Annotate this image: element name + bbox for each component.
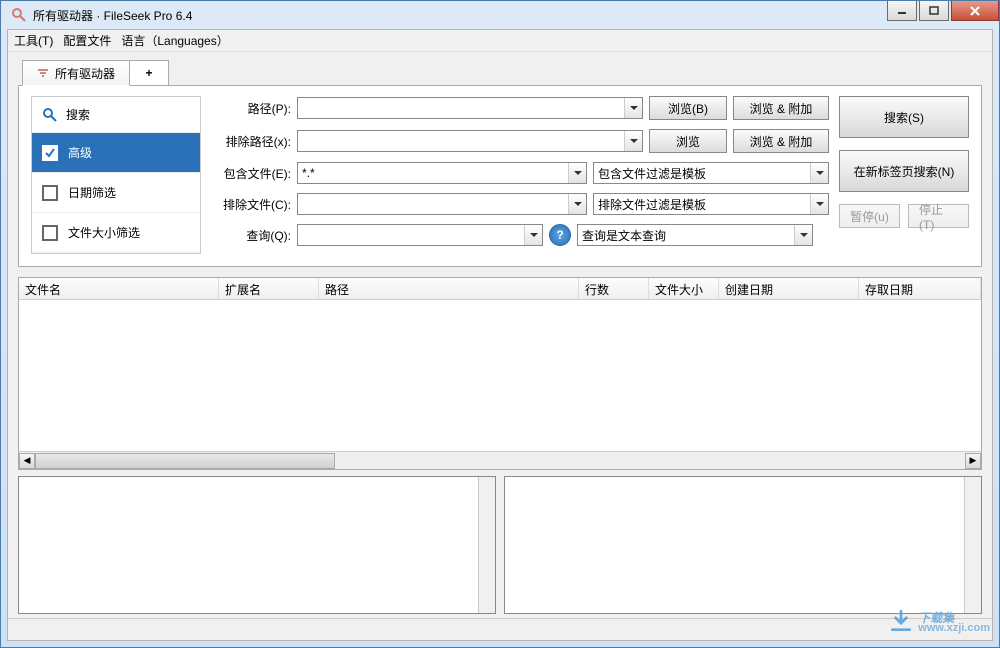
scroll-thumb[interactable]: [35, 453, 335, 469]
query-mode-select[interactable]: 查询是文本查询: [577, 224, 813, 246]
stop-button[interactable]: 停止(T): [908, 204, 969, 228]
plus-icon: +: [146, 66, 153, 80]
preview-pane-left: [18, 476, 496, 614]
maximize-button[interactable]: [919, 1, 949, 21]
minimize-button[interactable]: [887, 1, 917, 21]
filter-icon: [37, 67, 49, 79]
sidebar-item-label: 文件大小筛选: [68, 224, 140, 241]
results-header: 文件名 扩展名 路径 行数 文件大小 创建日期 存取日期: [19, 278, 981, 300]
form-area: 路径(P): 浏览(B) 浏览 & 附加 排除路径(x): 浏览 浏览 & 附加: [211, 96, 969, 254]
app-icon: [11, 7, 27, 23]
pause-button[interactable]: 暂停(u): [839, 204, 900, 228]
col-filename[interactable]: 文件名: [19, 278, 219, 299]
window-title: 所有驱动器 · FileSeek Pro 6.4: [33, 7, 192, 24]
watermark: 下载集 www.xzji.com: [888, 608, 990, 634]
checkbox-checked-icon: [42, 145, 58, 161]
col-path[interactable]: 路径: [319, 278, 579, 299]
checkbox-icon: [42, 225, 58, 241]
status-bar: [8, 618, 992, 640]
sidebar-title: 搜索: [66, 106, 90, 123]
menu-bar: 工具(T) 配置文件 语言（Languages）: [8, 30, 992, 52]
include-files-input[interactable]: *.*: [297, 162, 587, 184]
download-icon: [888, 608, 914, 634]
window-frame: 所有驱动器 · FileSeek Pro 6.4 工具(T) 配置文件 语言（L…: [0, 0, 1000, 648]
scroll-right-icon[interactable]: ▶: [965, 453, 981, 469]
sidebar-item-label: 高级: [68, 144, 92, 161]
vscroll[interactable]: [964, 477, 981, 613]
new-tab-search-button[interactable]: 在新标签页搜索(N): [839, 150, 969, 192]
sidebar-item-label: 日期筛选: [68, 184, 116, 201]
query-help-button[interactable]: ?: [549, 224, 571, 246]
watermark-url: www.xzji.com: [918, 622, 990, 634]
results-body[interactable]: [19, 300, 981, 451]
query-input[interactable]: [297, 224, 543, 246]
checkbox-icon: [42, 185, 58, 201]
preview-right-content[interactable]: [505, 477, 964, 613]
menu-languages[interactable]: 语言（Languages）: [121, 32, 228, 49]
scroll-left-icon[interactable]: ◀: [19, 453, 35, 469]
col-ext[interactable]: 扩展名: [219, 278, 319, 299]
chevron-down-icon[interactable]: [624, 131, 642, 151]
tab-label: 所有驱动器: [55, 65, 115, 82]
col-created[interactable]: 创建日期: [719, 278, 859, 299]
path-label: 路径(P):: [211, 100, 291, 117]
search-button[interactable]: 搜索(S): [839, 96, 969, 138]
exclude-files-input[interactable]: [297, 193, 587, 215]
include-filter-select[interactable]: 包含文件过滤是模板: [593, 162, 829, 184]
chevron-down-icon[interactable]: [568, 163, 586, 183]
menu-tools[interactable]: 工具(T): [14, 32, 53, 49]
include-files-label: 包含文件(E):: [211, 165, 291, 182]
results-list: 文件名 扩展名 路径 行数 文件大小 创建日期 存取日期 ◀ ▶: [18, 277, 982, 470]
path-input[interactable]: [297, 97, 643, 119]
col-accessed[interactable]: 存取日期: [859, 278, 981, 299]
close-button[interactable]: [951, 1, 999, 21]
chevron-down-icon[interactable]: [810, 163, 828, 183]
chevron-down-icon[interactable]: [524, 225, 542, 245]
exclude-files-label: 排除文件(C):: [211, 196, 291, 213]
client-area: 工具(T) 配置文件 语言（Languages） 所有驱动器 + 搜索: [7, 29, 993, 641]
browse-exclude-button[interactable]: 浏览: [649, 129, 727, 153]
action-buttons: 搜索(S) 在新标签页搜索(N) 暂停(u) 停止(T): [839, 96, 969, 254]
exclude-path-label: 排除路径(x):: [211, 133, 291, 150]
tab-add[interactable]: +: [129, 60, 169, 86]
search-icon: [42, 107, 58, 123]
menu-profiles[interactable]: 配置文件: [63, 32, 111, 49]
col-size[interactable]: 文件大小: [649, 278, 719, 299]
browse-add-exclude-button[interactable]: 浏览 & 附加: [733, 129, 829, 153]
preview-pane-right: [504, 476, 982, 614]
scroll-track[interactable]: [35, 453, 965, 469]
col-lines[interactable]: 行数: [579, 278, 649, 299]
sidebar-item-size-filter[interactable]: 文件大小筛选: [32, 213, 200, 253]
content: 所有驱动器 + 搜索 高级 日期筛选: [8, 52, 992, 618]
search-panel: 搜索 高级 日期筛选 文件大小筛选: [18, 85, 982, 267]
chevron-down-icon[interactable]: [624, 98, 642, 118]
bottom-panes: [18, 476, 982, 614]
tab-strip: 所有驱动器 +: [18, 60, 982, 86]
chevron-down-icon[interactable]: [810, 194, 828, 214]
title-bar[interactable]: 所有驱动器 · FileSeek Pro 6.4: [1, 1, 999, 29]
results-hscroll[interactable]: ◀ ▶: [19, 451, 981, 469]
chevron-down-icon[interactable]: [568, 194, 586, 214]
chevron-down-icon[interactable]: [794, 225, 812, 245]
sidebar-item-advanced[interactable]: 高级: [32, 133, 200, 173]
vscroll[interactable]: [478, 477, 495, 613]
query-label: 查询(Q):: [211, 227, 291, 244]
exclude-path-input[interactable]: [297, 130, 643, 152]
tab-all-drives[interactable]: 所有驱动器: [22, 60, 130, 86]
exclude-filter-select[interactable]: 排除文件过滤是模板: [593, 193, 829, 215]
preview-left-content[interactable]: [19, 477, 478, 613]
sidebar-header: 搜索: [32, 97, 200, 133]
browse-add-path-button[interactable]: 浏览 & 附加: [733, 96, 829, 120]
sidebar-item-date-filter[interactable]: 日期筛选: [32, 173, 200, 213]
option-sidebar: 搜索 高级 日期筛选 文件大小筛选: [31, 96, 201, 254]
browse-path-button[interactable]: 浏览(B): [649, 96, 727, 120]
